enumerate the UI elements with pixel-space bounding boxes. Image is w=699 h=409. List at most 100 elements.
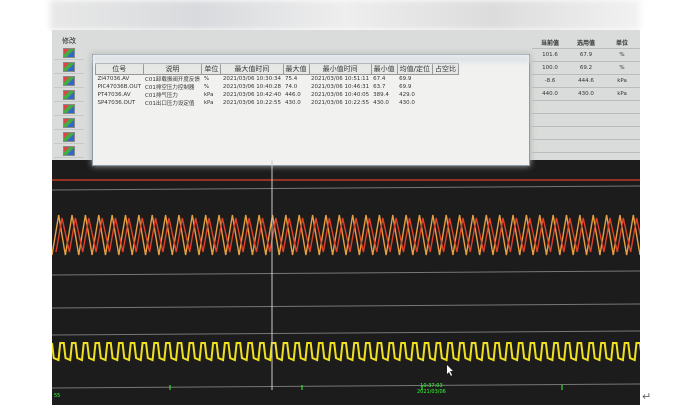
grid-line: [52, 330, 640, 336]
column-header[interactable]: 占空比: [432, 63, 460, 75]
statistics-dialog: 位号 说明 单位 最大值时间 最大值 最小值时间 最小值 均值/定位 占空比 ZI47036.AV…: [92, 54, 530, 166]
grid-line: [52, 185, 640, 191]
edit-trend-icon[interactable]: [63, 131, 75, 142]
table-cell: 2021/03/06 10:46:31: [311, 84, 370, 90]
right-empty-row: [532, 140, 640, 153]
table-cell: 67.4: [373, 76, 386, 82]
table-cell: 2021/03/06 10:22:55: [311, 100, 370, 106]
column-header[interactable]: 最大值: [282, 63, 310, 75]
time-axis-label: 10:37:03 2021/03/06: [417, 383, 446, 395]
edit-trend-icon[interactable]: [63, 61, 75, 72]
table-cell: %: [203, 76, 210, 82]
table-cell: 75.4: [285, 76, 298, 82]
edit-trend-icon[interactable]: [63, 103, 75, 114]
table-cell: 430.0: [399, 100, 415, 106]
table-cell: 2021/03/06 10:40:28: [222, 84, 282, 90]
table-cell: 2021/03/06 10:42:40: [222, 92, 282, 98]
edit-row[interactable]: [54, 46, 84, 60]
column-header[interactable]: 最小值时间: [308, 63, 372, 75]
right-row: 100.0 69.2%: [532, 62, 640, 75]
right-empty-row: [532, 127, 640, 140]
right-row: 440.0 430.0 kPa: [532, 88, 640, 101]
table-cell: 2021/03/06 10:40:05: [311, 92, 370, 98]
upper-panel: 修改 位号 说明 单位 最大值时间 最大值 最小值时间 最小值 均值/定位 占空比 ZI47036…: [52, 30, 640, 166]
table-cell: [433, 91, 459, 99]
table-cell: C01排气压力: [145, 93, 178, 99]
edit-trend-icon[interactable]: [63, 117, 75, 128]
edit-trend-icon[interactable]: [63, 89, 75, 100]
right-header: 当前值: [540, 39, 559, 47]
table-cell: 389.4: [373, 92, 389, 98]
column-header[interactable]: 最大值时间: [220, 63, 284, 75]
right-cell: %: [619, 52, 625, 58]
edit-row[interactable]: [54, 130, 84, 144]
right-value-panel: 当前值 选用值 单位 101.6 67.9% 100.0 69.2% -8.6 444.6 kPa…: [532, 36, 640, 153]
table-cell: [433, 99, 459, 107]
table-cell: [433, 75, 459, 84]
edit-row[interactable]: [54, 74, 84, 88]
right-cell: 67.9: [579, 52, 593, 58]
edit-row[interactable]: [54, 144, 84, 158]
table-cell: 69.9: [399, 84, 412, 90]
table-cell: C01出口压力设定值: [145, 101, 195, 107]
right-cell: -8.6: [544, 78, 556, 84]
table-cell: %: [203, 84, 210, 90]
right-cell: %: [619, 65, 625, 71]
right-row: -8.6 444.6 kPa: [532, 75, 640, 88]
right-cell: kPa: [617, 91, 627, 97]
edit-trend-icon[interactable]: [63, 145, 75, 156]
edit-header: 修改: [62, 37, 76, 45]
right-empty-row: [532, 101, 640, 114]
table-cell: kPa: [203, 100, 214, 106]
column-header[interactable]: 单位: [201, 63, 222, 75]
column-header[interactable]: 位号: [95, 63, 144, 75]
left-axis-label: 55: [54, 393, 61, 399]
table-cell: 2021/03/06 10:22:55: [222, 100, 282, 106]
trend-screen: 修改 位号 说明 单位 最大值时间 最大值 最小值时间 最小值 均值/定位 占空比 ZI47036…: [52, 30, 640, 405]
right-empty-row: [532, 114, 640, 127]
table-cell: [433, 83, 459, 91]
grid-line: [52, 270, 640, 276]
edit-row[interactable]: [54, 88, 84, 102]
return-mark: ↵: [642, 390, 652, 403]
table-cell: 2021/03/06 10:30:34: [222, 76, 282, 82]
table-cell: 74.0: [285, 84, 298, 90]
table-cell: C01卸载振阀开度反馈: [145, 77, 200, 83]
edit-row[interactable]: [54, 102, 84, 116]
table-cell: 430.0: [373, 100, 389, 106]
table-cell: ZI47036.AV: [97, 76, 130, 82]
table-cell: 2021/03/06 10:51:11: [311, 76, 370, 82]
table-cell: 430.0: [285, 100, 301, 106]
blurred-header: [50, 0, 640, 30]
right-cell: 444.6: [578, 78, 594, 84]
right-header: 单位: [615, 39, 628, 47]
yellow-trend-series: [52, 342, 640, 362]
grid-line: [52, 383, 640, 389]
table-cell: 446.0: [285, 92, 301, 98]
edit-column: 修改: [54, 36, 84, 158]
edit-trend-icon[interactable]: [63, 47, 75, 58]
column-header[interactable]: 说明: [142, 63, 203, 75]
statistics-table: 位号 说明 单位 最大值时间 最大值 最小值时间 最小值 均值/定位 占空比 ZI47036.AV…: [95, 63, 460, 107]
edit-row[interactable]: [54, 60, 84, 74]
table-cell: 429.0: [399, 92, 415, 98]
table-row[interactable]: PIC47036B.OUT C01排空压力控制器% 2021/03/06 10:40…: [96, 83, 459, 91]
column-header[interactable]: 均值/定位: [396, 63, 434, 75]
table-cell: SP47036.OUT: [97, 100, 136, 106]
trend-chart[interactable]: [52, 160, 640, 405]
right-cell: 69.2: [579, 65, 593, 71]
table-cell: PT47036.AV: [97, 92, 131, 98]
table-row[interactable]: PT47036.AV C01排气压力 kPa 2021/03/06 10:42:40 4…: [96, 91, 459, 99]
right-header: 选用值: [576, 39, 595, 47]
edit-trend-icon[interactable]: [63, 75, 75, 86]
right-cell: kPa: [617, 78, 627, 84]
column-header[interactable]: 最小值: [370, 63, 398, 75]
grid-line: [52, 303, 640, 309]
mouse-cursor-icon: [447, 365, 453, 376]
dialog-title-bar: [93, 55, 529, 63]
table-row[interactable]: ZI47036.AV C01卸载振阀开度反馈% 2021/03/06 10:30:3…: [96, 75, 459, 84]
table-row[interactable]: SP47036.OUT C01出口压力设定值 kPa 2021/03/06 10:22…: [96, 99, 459, 107]
right-row: 101.6 67.9%: [532, 49, 640, 62]
edit-row[interactable]: [54, 116, 84, 130]
right-cell: 101.6: [542, 52, 558, 58]
